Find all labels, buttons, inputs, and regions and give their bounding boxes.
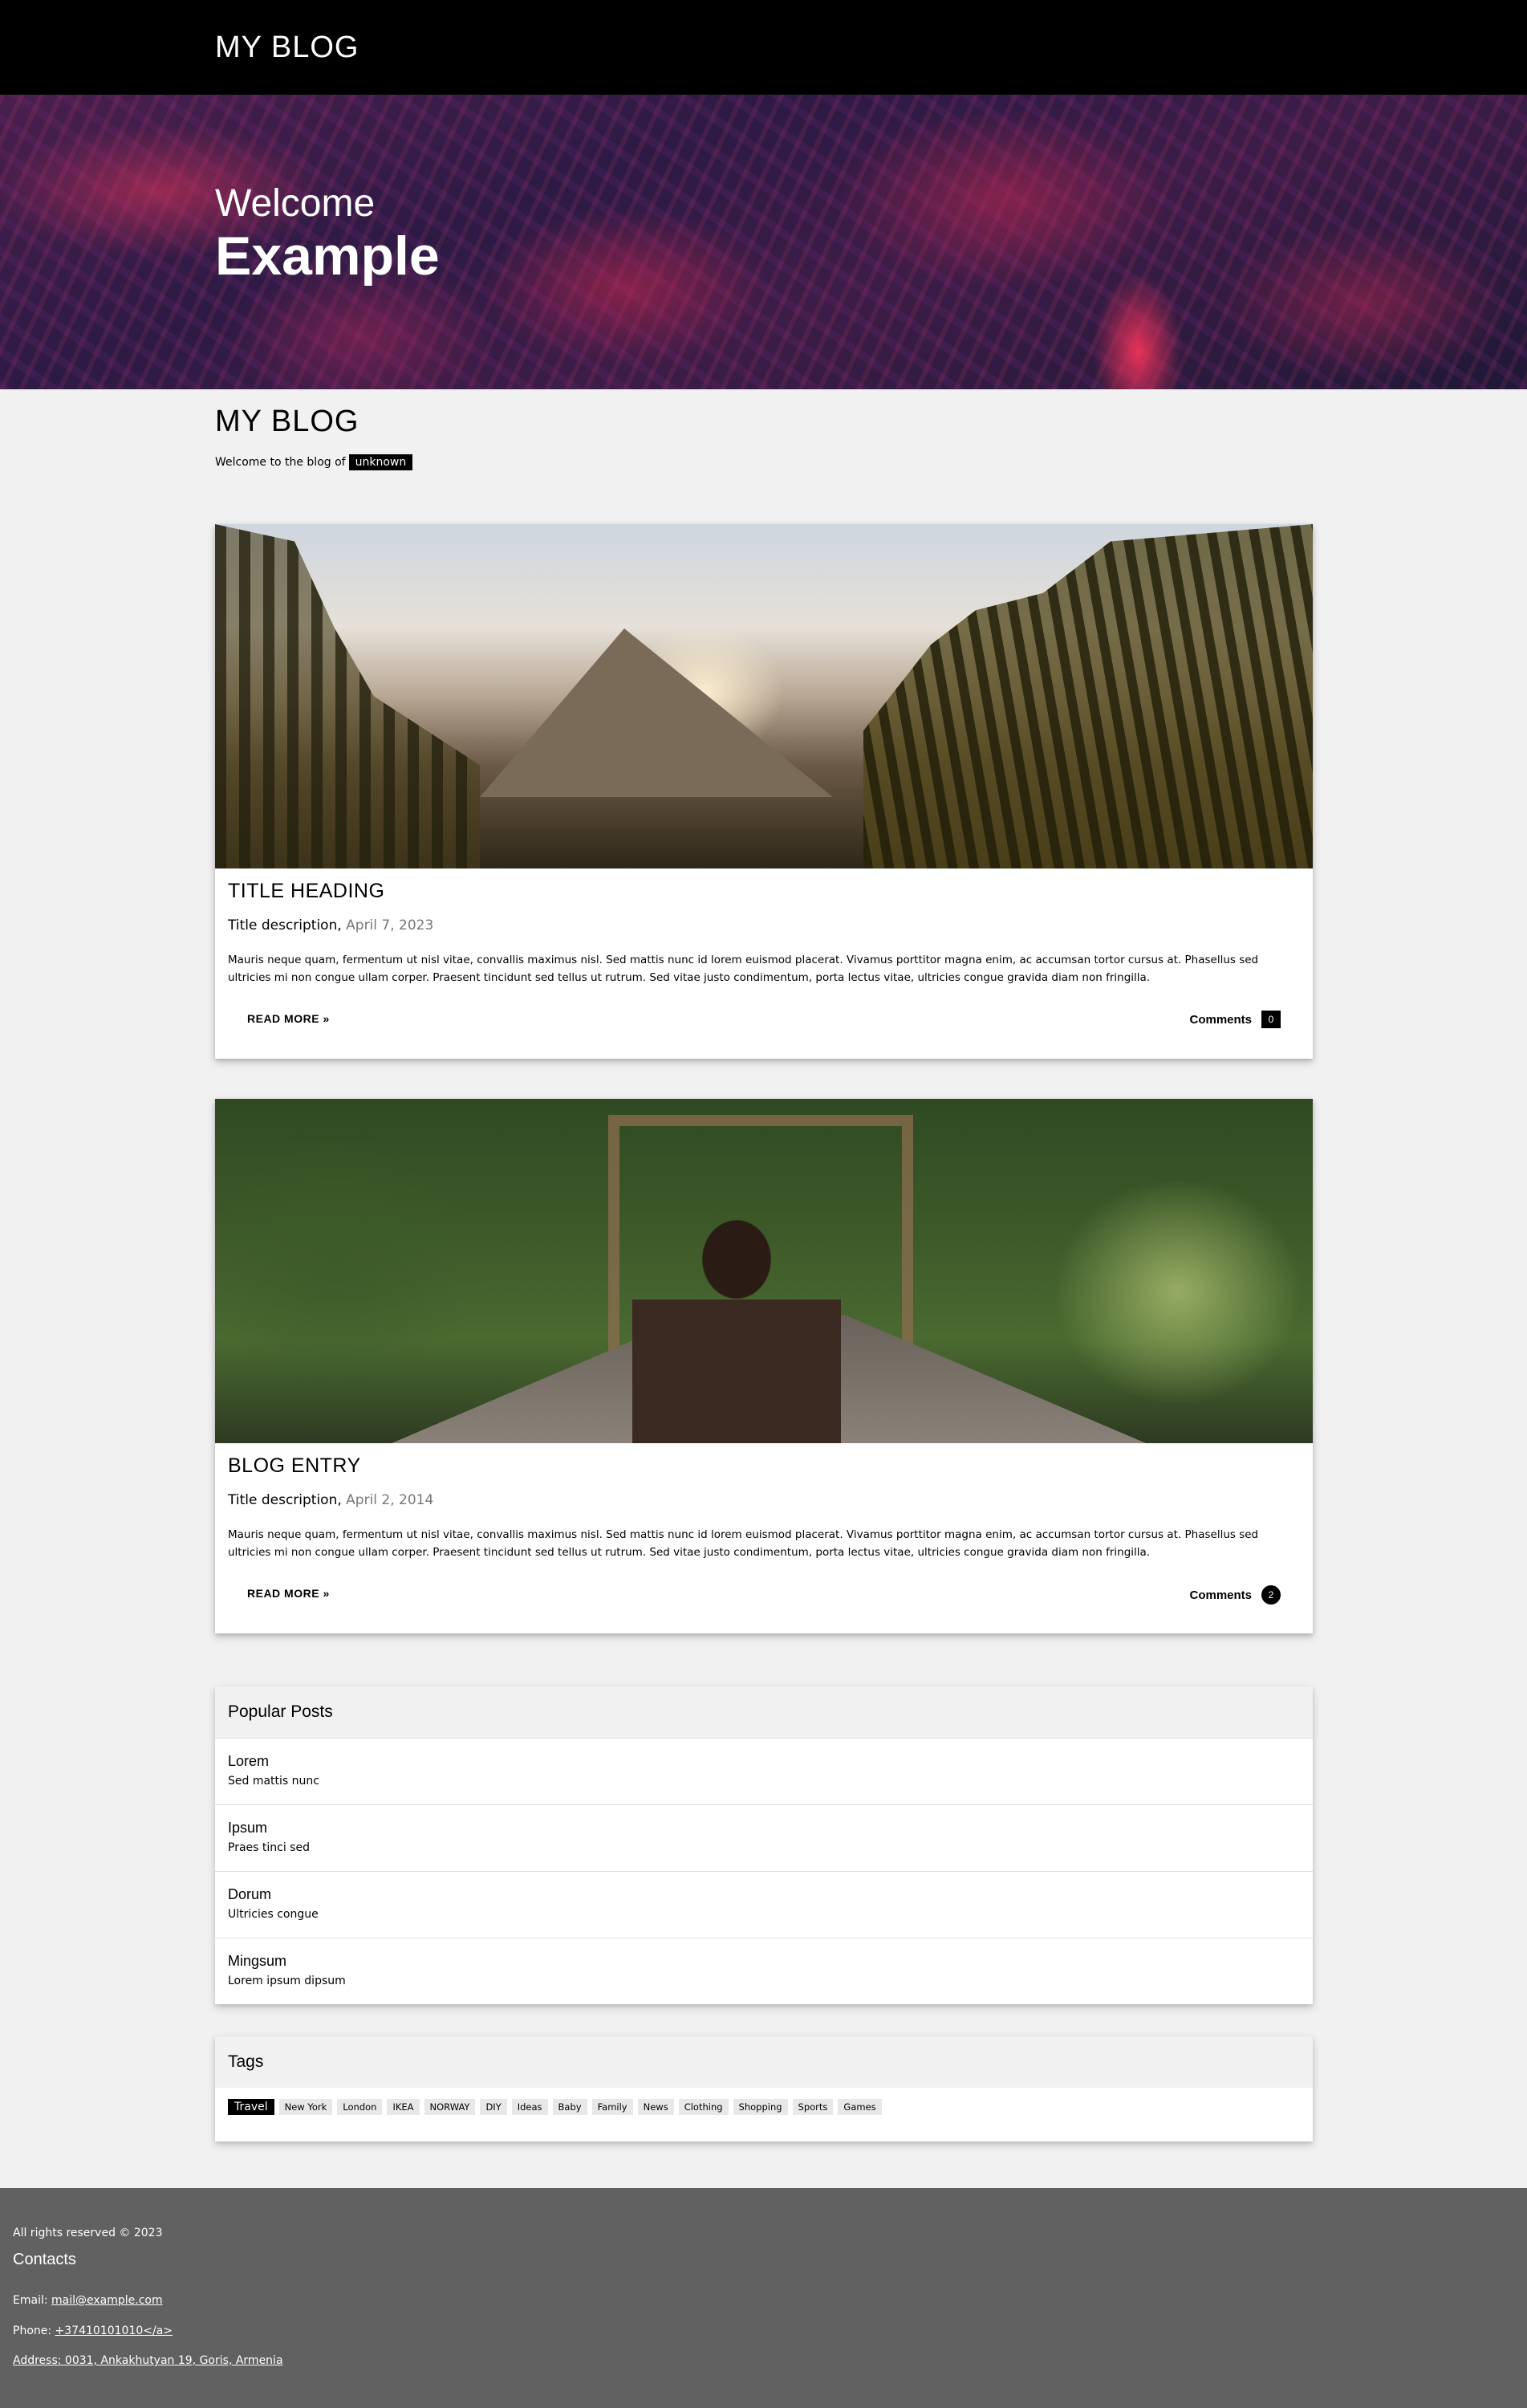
tag-shopping[interactable]: Shopping	[733, 2099, 788, 2115]
post-subtitle: Title description, April 7, 2023	[228, 917, 1300, 934]
read-more-button[interactable]: READ MORE »	[247, 1587, 330, 1600]
address-link[interactable]: Address: 0031, Ankakhutyan 19, Goris, Ar…	[13, 2354, 283, 2367]
post-description: Title description,	[228, 917, 342, 934]
intro-line: Welcome to the blog of unknown	[215, 454, 413, 470]
post-body: Mauris neque quam, fermentum ut nisl vit…	[228, 1528, 1259, 1559]
tag-news[interactable]: News	[637, 2099, 674, 2115]
address-line: Address: 0031, Ankakhutyan 19, Goris, Ar…	[13, 2354, 283, 2367]
tag-family[interactable]: Family	[591, 2099, 633, 2115]
popular-post-title: Ipsum	[228, 1820, 268, 1836]
comments-count-badge: 2	[1261, 1585, 1281, 1605]
owner-badge: unknown	[348, 454, 413, 470]
comments-button[interactable]: Comments 0	[1189, 1011, 1281, 1028]
blog-post-card: TITLE HEADING Title description, April 7…	[215, 524, 1313, 1059]
hero-name-text: Example	[215, 226, 440, 287]
copyright-text: All rights reserved © 2023	[13, 2227, 163, 2239]
popular-post-item[interactable]: Lorem Sed mattis nunc	[215, 1738, 1313, 1804]
post-subtitle: Title description, April 2, 2014	[228, 1492, 1300, 1508]
comments-button[interactable]: Comments 2	[1189, 1585, 1281, 1605]
intro-text: Welcome to the blog of	[215, 456, 346, 469]
tag-ikea[interactable]: IKEA	[387, 2099, 420, 2115]
popular-post-item[interactable]: Dorum Ultricies congue	[215, 1871, 1313, 1938]
footer: All rights reserved © 2023 Contacts Emai…	[0, 2188, 1527, 2408]
popular-post-title: Lorem	[228, 1753, 270, 1769]
popular-post-subtitle: Lorem ipsum dipsum	[228, 1975, 346, 1987]
top-nav-bar: MY BLOG	[0, 0, 1527, 95]
tag-norway[interactable]: NORWAY	[424, 2099, 476, 2115]
tags-panel: Tags Travel New York London IKEA NORWAY …	[215, 2036, 1313, 2142]
email-line: Email: mail@example.com	[13, 2294, 163, 2307]
blog-post-card: BLOG ENTRY Title description, April 2, 2…	[215, 1099, 1313, 1633]
tag-ideas[interactable]: Ideas	[511, 2099, 548, 2115]
popular-posts-panel: Popular Posts Lorem Sed mattis nunc Ipsu…	[215, 1686, 1313, 2004]
popular-post-subtitle: Ultricies congue	[228, 1908, 319, 1921]
phone-link[interactable]: +37410101010</a>	[55, 2325, 173, 2337]
popular-post-subtitle: Sed mattis nunc	[228, 1775, 319, 1788]
email-link[interactable]: mail@example.com	[51, 2294, 163, 2307]
tag-new-york[interactable]: New York	[278, 2099, 333, 2115]
post-body: Mauris neque quam, fermentum ut nisl vit…	[228, 954, 1259, 984]
post-description: Title description,	[228, 1492, 342, 1508]
post-image-bridge	[215, 1099, 1313, 1443]
phone-line: Phone: +37410101010</a>	[13, 2325, 173, 2337]
tag-list: Travel New York London IKEA NORWAY DIY I…	[215, 2088, 1313, 2142]
tag-travel[interactable]: Travel	[228, 2099, 274, 2115]
popular-posts-heading: Popular Posts	[215, 1686, 1313, 1738]
popular-post-item[interactable]: Ipsum Praes tinci sed	[215, 1804, 1313, 1871]
tag-baby[interactable]: Baby	[552, 2099, 587, 2115]
brand-link[interactable]: MY BLOG	[215, 31, 359, 65]
phone-label: Phone:	[13, 2325, 52, 2337]
post-date: April 2, 2014	[346, 1492, 434, 1508]
comments-label: Comments	[1189, 1012, 1252, 1027]
tags-heading: Tags	[215, 2036, 1313, 2088]
tag-clothing[interactable]: Clothing	[678, 2099, 729, 2115]
hero-welcome-text: Welcome	[215, 182, 376, 225]
post-title: TITLE HEADING	[228, 880, 385, 902]
comments-label: Comments	[1189, 1588, 1252, 1602]
tag-sports[interactable]: Sports	[792, 2099, 834, 2115]
post-date: April 7, 2023	[346, 917, 434, 934]
hero-banner: Welcome Example	[0, 95, 1527, 389]
page-title: MY BLOG	[215, 405, 359, 438]
email-label: Email:	[13, 2294, 48, 2307]
popular-post-subtitle: Praes tinci sed	[228, 1841, 310, 1854]
popular-post-item[interactable]: Mingsum Lorem ipsum dipsum	[215, 1938, 1313, 2004]
tag-london[interactable]: London	[337, 2099, 383, 2115]
post-title: BLOG ENTRY	[228, 1454, 361, 1477]
tag-diy[interactable]: DIY	[480, 2099, 507, 2115]
contacts-heading: Contacts	[13, 2251, 76, 2268]
popular-post-title: Dorum	[228, 1886, 272, 1902]
comments-count-badge: 0	[1261, 1011, 1281, 1028]
popular-post-title: Mingsum	[228, 1953, 287, 1969]
tag-games[interactable]: Games	[838, 2099, 882, 2115]
read-more-button[interactable]: READ MORE »	[247, 1012, 330, 1025]
post-image-mountain	[215, 524, 1313, 868]
